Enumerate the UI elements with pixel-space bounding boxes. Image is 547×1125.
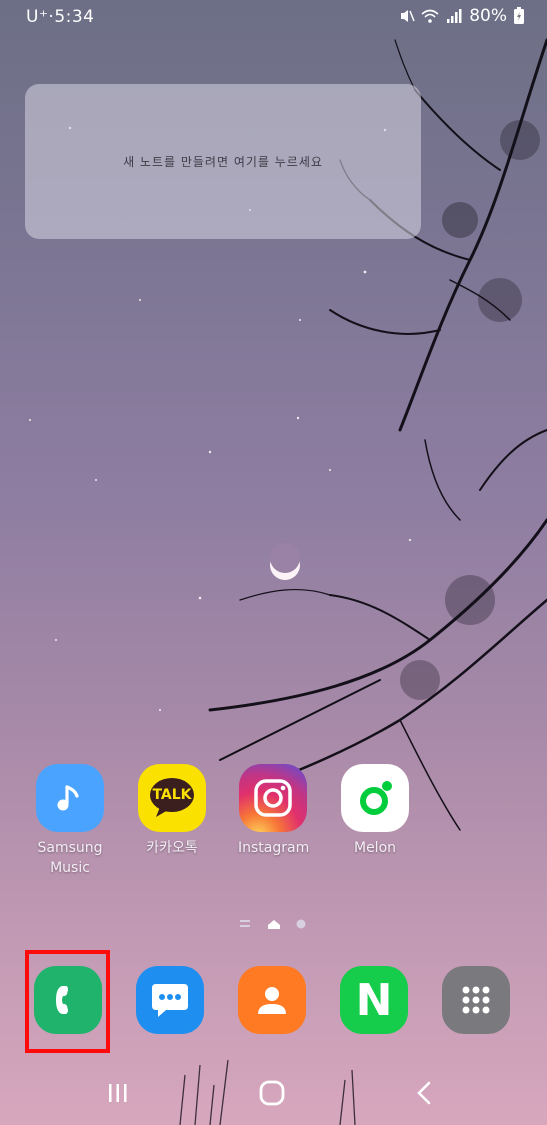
samsung-music-icon — [36, 764, 104, 832]
naver-icon: N — [340, 966, 408, 1034]
back-button[interactable] — [405, 1075, 445, 1111]
page-indicator[interactable] — [238, 917, 318, 931]
dock-app-apps[interactable] — [442, 966, 512, 1036]
navigation-bar — [0, 1065, 547, 1125]
messages-icon — [136, 966, 204, 1034]
melon-label: Melon — [353, 840, 397, 856]
highlight-box — [25, 950, 110, 1053]
home-page-icon — [268, 920, 280, 929]
kakaotalk-icon-text: TALK — [152, 787, 192, 803]
naver-icon-letter: N — [355, 974, 393, 1026]
instagram-label: Instagram — [238, 840, 310, 856]
app-instagram[interactable]: Instagram — [238, 764, 310, 858]
contacts-icon — [238, 966, 306, 1034]
samsung-music-label: Samsung Music — [37, 840, 103, 876]
dock-app-contacts[interactable] — [238, 966, 308, 1036]
app-melon[interactable]: Melon — [340, 764, 410, 858]
app-kakaotalk[interactable]: TALK 카카오톡 — [137, 764, 207, 858]
kakaotalk-icon: TALK — [138, 764, 206, 832]
signal-icon — [447, 9, 462, 23]
page-dot-icon — [296, 919, 306, 929]
dock-app-naver[interactable]: N — [340, 966, 410, 1036]
instagram-icon — [239, 764, 307, 832]
back-icon — [417, 1081, 431, 1105]
battery-charging-icon — [514, 7, 524, 24]
moon-icon — [270, 543, 300, 580]
app-samsung-music[interactable]: Samsung Music — [35, 764, 105, 878]
recent-apps-icon — [109, 1084, 127, 1102]
home-screen: U⁺·5:34 80% 새 노트를 만들려면 여기를 누르세요 Samsung … — [0, 0, 547, 1125]
home-icon — [259, 1080, 285, 1106]
battery-text: 80% — [469, 6, 507, 26]
kakaotalk-label: 카카오톡 — [146, 840, 198, 856]
melon-icon — [341, 764, 409, 832]
recent-apps-button[interactable] — [98, 1075, 138, 1111]
notes-widget[interactable]: 새 노트를 만들려면 여기를 누르세요 — [25, 84, 421, 239]
apps-grid-icon — [442, 966, 510, 1034]
status-bar: U⁺·5:34 80% — [0, 0, 547, 34]
carrier-time: U⁺·5:34 — [26, 7, 95, 27]
wifi-icon — [421, 9, 439, 23]
home-button[interactable] — [252, 1075, 292, 1111]
dock-app-messages[interactable] — [136, 966, 206, 1036]
menu-page-icon — [240, 920, 250, 927]
notes-widget-placeholder: 새 노트를 만들려면 여기를 누르세요 — [123, 155, 323, 169]
mute-vibrate-icon — [401, 10, 415, 22]
